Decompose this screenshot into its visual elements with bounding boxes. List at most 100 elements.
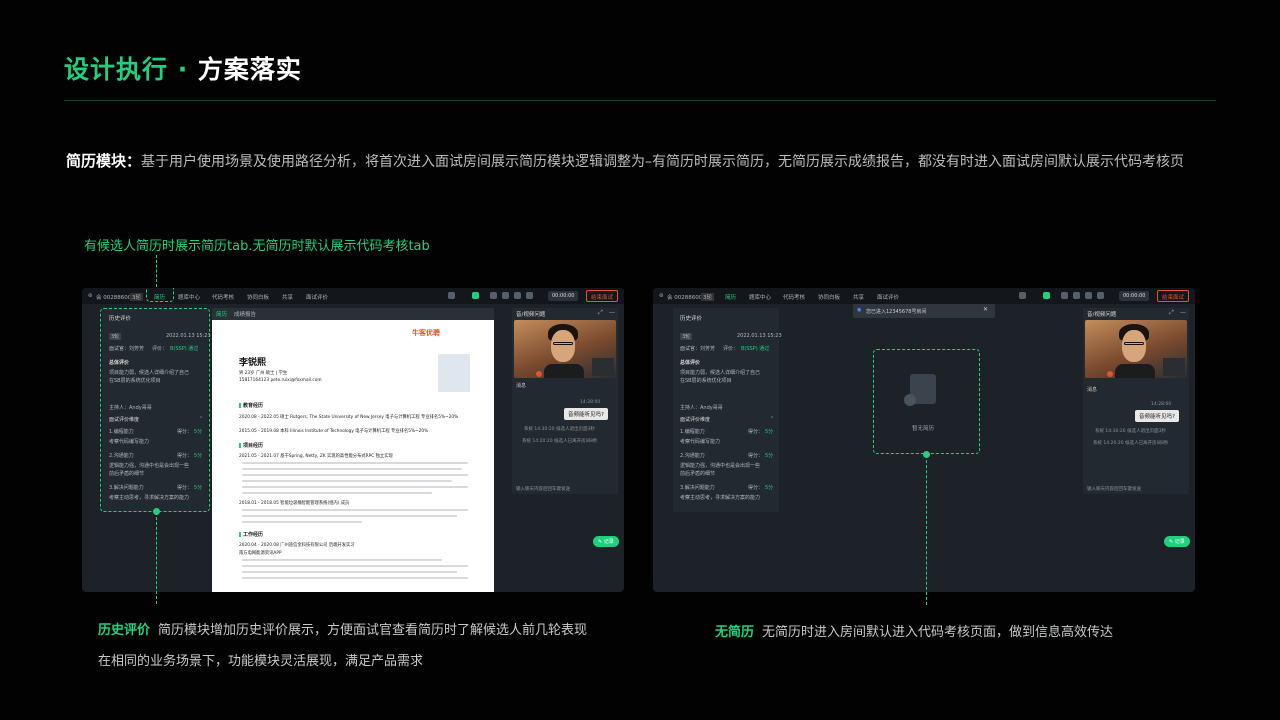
record-button[interactable]: ✎ 记录 bbox=[593, 536, 619, 547]
project-detail-line bbox=[242, 468, 462, 470]
summary-title: 总体评价 bbox=[680, 360, 701, 366]
message-time: 14:28:00 bbox=[1151, 402, 1172, 407]
end-interview-button[interactable]: 结束面试 bbox=[586, 290, 619, 302]
dim-desc-1: 考察代码编写能力 bbox=[680, 439, 721, 445]
round-tag: 3轮 bbox=[130, 293, 143, 301]
round-badge: 3轮 bbox=[680, 333, 693, 340]
chat-title: 音/视频问题 bbox=[1087, 312, 1117, 318]
subtab-resume[interactable]: 简历 bbox=[216, 310, 227, 318]
brand-logo: 牛客优聘 bbox=[412, 329, 440, 337]
candidate-shirt bbox=[544, 364, 584, 378]
system-message-2: 系统 14:20:20 候选人已离开房间8秒 bbox=[522, 439, 598, 444]
tab-whiteboard[interactable]: 协同白板 bbox=[247, 293, 269, 301]
mic-icon[interactable] bbox=[1019, 292, 1026, 299]
project-2: 2018.01 - 2018.05 智能垃圾桶智能管理系统(组内) 成员 bbox=[239, 501, 350, 506]
project-1: 2021.05 - 2021.07 基于Spring, Netty, ZK 实现… bbox=[239, 454, 393, 459]
subtab-report[interactable]: 成绩报告 bbox=[234, 310, 256, 318]
title-divider bbox=[64, 100, 1216, 101]
self-preview bbox=[1163, 358, 1185, 376]
tab-share[interactable]: 共享 bbox=[853, 293, 864, 301]
top-bar: ⊚ 会 00288600 3轮 简历 题库中心 代码考核 协同白板 共享 面试评… bbox=[653, 288, 1195, 304]
tab-share[interactable]: 共享 bbox=[282, 293, 293, 301]
edu-1: 2020.08 - 2022.05 硕士 Rutgers, The State … bbox=[239, 415, 459, 420]
tab-question-bank[interactable]: 题库中心 bbox=[178, 293, 200, 301]
tab-whiteboard[interactable]: 协同白板 bbox=[818, 293, 840, 301]
messages-title: 消息 bbox=[516, 383, 527, 389]
resume-area: 简历 成绩报告 牛客优聘 李锐熙 男 23岁 广州 硕士 | 学生 158171… bbox=[212, 308, 494, 592]
headset-icon[interactable] bbox=[1073, 292, 1080, 299]
project-detail-line bbox=[242, 521, 362, 523]
bell-icon[interactable] bbox=[514, 292, 521, 299]
tab-question-bank[interactable]: 题库中心 bbox=[749, 293, 771, 301]
bell-icon[interactable] bbox=[1085, 292, 1092, 299]
dim-score-3: 5分 bbox=[765, 485, 774, 491]
project-detail-line bbox=[242, 492, 432, 494]
dim-name-1: 1.编程能力 bbox=[680, 429, 705, 435]
section-projects: 项目经历 bbox=[239, 442, 263, 449]
toast: ● 您已进入12345678号房间 ✕ bbox=[853, 304, 995, 318]
chat-bubble: 音频能听见吗? bbox=[1135, 410, 1179, 422]
system-message-1: 系统 14:30:20 候选人退出页面3秒 bbox=[524, 427, 595, 432]
glasses bbox=[1124, 342, 1144, 345]
dim-desc-2b: 前后矛盾的细节 bbox=[680, 471, 716, 477]
project-detail-line bbox=[242, 480, 452, 482]
hangup-icon[interactable] bbox=[536, 371, 542, 377]
user-icon[interactable] bbox=[490, 292, 497, 299]
summary-text-2: 在SB层的系统优化项目 bbox=[680, 378, 732, 384]
dimension-title: 面试评价维度 bbox=[680, 417, 711, 423]
page-title: 设计执行 · 方案落实 bbox=[64, 55, 302, 84]
screen-with-resume: ⊚ 会 00288600 3轮 简历 题库中心 代码考核 协同白板 共享 面试评… bbox=[82, 288, 624, 592]
camera-icon[interactable] bbox=[1043, 292, 1050, 299]
chat-input[interactable]: 输入聊天内容后回车键发送 bbox=[1087, 486, 1141, 492]
end-interview-button[interactable]: 结束面试 bbox=[1157, 290, 1190, 302]
mic-icon[interactable] bbox=[448, 292, 455, 299]
history-panel: 历史评价 3轮 2022.01.13 15:23 面试官：刘芳芳 评价： B(S… bbox=[673, 308, 782, 512]
resume-tab-highlight bbox=[146, 288, 174, 302]
toast-text: 您已进入12345678号房间 bbox=[866, 309, 927, 315]
screen-without-resume: ⊚ 会 00288600 3轮 简历 题库中心 代码考核 协同白板 共享 面试评… bbox=[653, 288, 1195, 592]
tab-code-test[interactable]: 代码考核 bbox=[783, 293, 805, 301]
info-icon: ● bbox=[857, 307, 862, 313]
chat-bubble: 音频能听见吗? bbox=[564, 408, 608, 420]
settings-icon[interactable] bbox=[526, 292, 533, 299]
project-detail-line bbox=[242, 515, 457, 517]
camera-icon[interactable] bbox=[472, 292, 479, 299]
glasses bbox=[553, 342, 573, 345]
host: 主持人：Andy哥哥 bbox=[680, 405, 723, 411]
close-icon[interactable]: ✕ bbox=[983, 306, 988, 313]
message-time: 14:28:00 bbox=[580, 400, 601, 405]
dim-name-3: 3.解决问题能力 bbox=[680, 485, 715, 491]
candidate-face bbox=[1122, 330, 1146, 362]
timer: 00:00:00 bbox=[1119, 291, 1150, 301]
dim-score-label-1: 得分： bbox=[748, 429, 764, 435]
summary-text-1: 项目能力弱，候选人详细介绍了自己 bbox=[680, 370, 761, 376]
messages-title: 消息 bbox=[1087, 387, 1098, 393]
minimize-icon[interactable]: — bbox=[1180, 309, 1186, 316]
tab-evaluation[interactable]: 面试评价 bbox=[306, 293, 328, 301]
history-highlight bbox=[100, 308, 210, 512]
resume-document: 牛客优聘 李锐熙 男 23岁 广州 硕士 | 学生 15817164123 pe… bbox=[212, 320, 494, 592]
tab-code-test[interactable]: 代码考核 bbox=[212, 293, 234, 301]
tab-resume[interactable]: 简历 bbox=[725, 293, 736, 301]
section-work: 工作经历 bbox=[239, 531, 263, 538]
tab-evaluation[interactable]: 面试评价 bbox=[877, 293, 899, 301]
chat-title: 音/视频问题 bbox=[516, 312, 546, 318]
round-tag: 3轮 bbox=[701, 293, 714, 301]
dim-desc-2: 逻辑能力强，沟通中也是会出现一些 bbox=[680, 463, 761, 469]
dim-score-label-2: 得分： bbox=[748, 453, 764, 459]
candidate-contact: 15817164123 pete.ruixi@foxmail.com bbox=[239, 378, 322, 383]
chat-input[interactable]: 输入聊天内容后回车键发送 bbox=[516, 486, 570, 492]
chevron-up-icon[interactable]: ⌃ bbox=[770, 416, 774, 422]
minimize-icon[interactable]: — bbox=[609, 309, 615, 316]
score-label: 评价： bbox=[723, 346, 739, 352]
record-button[interactable]: ✎ 记录 bbox=[1164, 536, 1190, 547]
hangup-icon[interactable] bbox=[1107, 371, 1113, 377]
candidate-name: 李锐熙 bbox=[239, 358, 267, 368]
dim-score-1: 5分 bbox=[765, 429, 774, 435]
user-icon[interactable] bbox=[1061, 292, 1068, 299]
candidate-shirt bbox=[1115, 364, 1155, 378]
settings-icon[interactable] bbox=[1097, 292, 1104, 299]
headset-icon[interactable] bbox=[502, 292, 509, 299]
expand-icon[interactable]: ⤢ bbox=[598, 309, 603, 317]
expand-icon[interactable]: ⤢ bbox=[1169, 309, 1174, 317]
